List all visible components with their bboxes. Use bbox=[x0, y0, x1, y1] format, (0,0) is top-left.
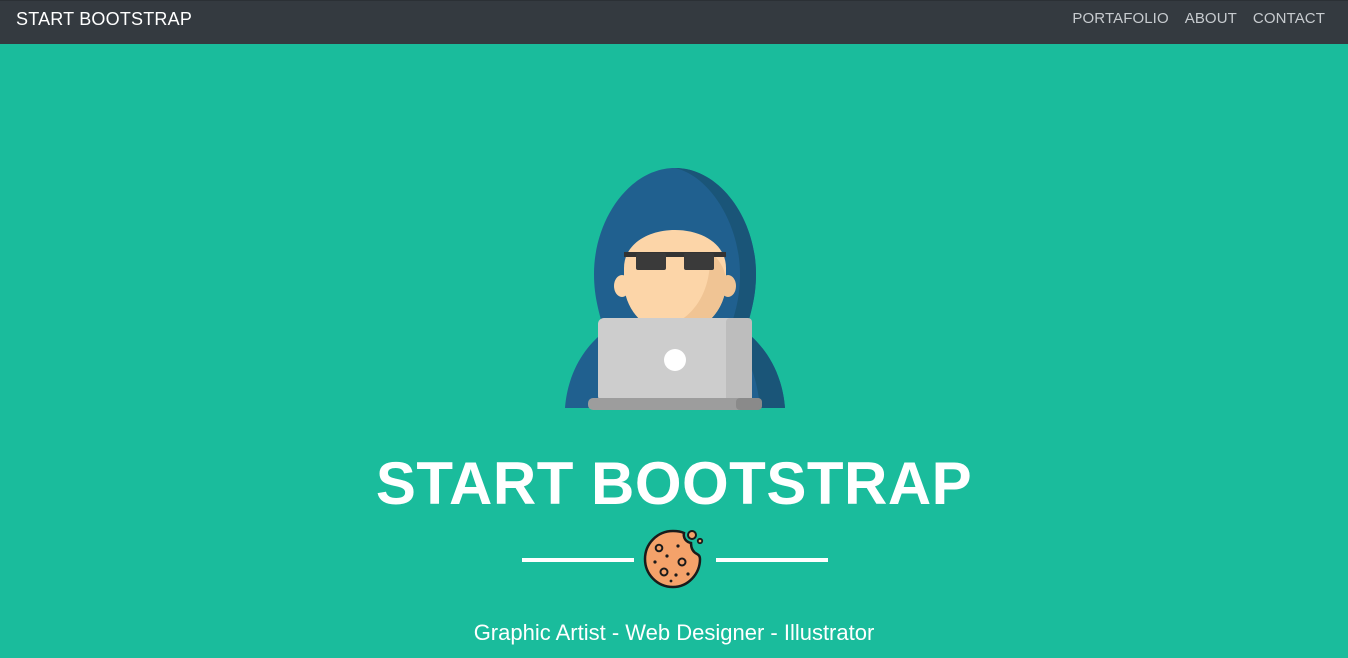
divider bbox=[522, 528, 828, 592]
divider-line-right bbox=[716, 558, 828, 562]
divider-line-left bbox=[522, 558, 634, 562]
nav-link-about[interactable]: ABOUT bbox=[1185, 10, 1237, 28]
nav-link-contact[interactable]: CONTACT bbox=[1253, 10, 1325, 28]
nav-links: PORTAFOLIO ABOUT CONTACT bbox=[1072, 10, 1325, 28]
hooded-hacker-with-laptop-icon bbox=[565, 168, 785, 410]
brand-link[interactable]: START BOOTSTRAP bbox=[16, 9, 192, 29]
masthead: START BOOTSTRAP Graphic Artist - Web Des… bbox=[0, 44, 1348, 658]
navbar: START BOOTSTRAP PORTAFOLIO ABOUT CONTACT bbox=[0, 0, 1348, 44]
masthead-subheading: Graphic Artist - Web Designer - Illustra… bbox=[473, 620, 875, 645]
masthead-heading: START BOOTSTRAP bbox=[375, 450, 973, 517]
cookie-icon bbox=[643, 529, 704, 589]
nav-link-portafolio[interactable]: PORTAFOLIO bbox=[1072, 10, 1168, 28]
